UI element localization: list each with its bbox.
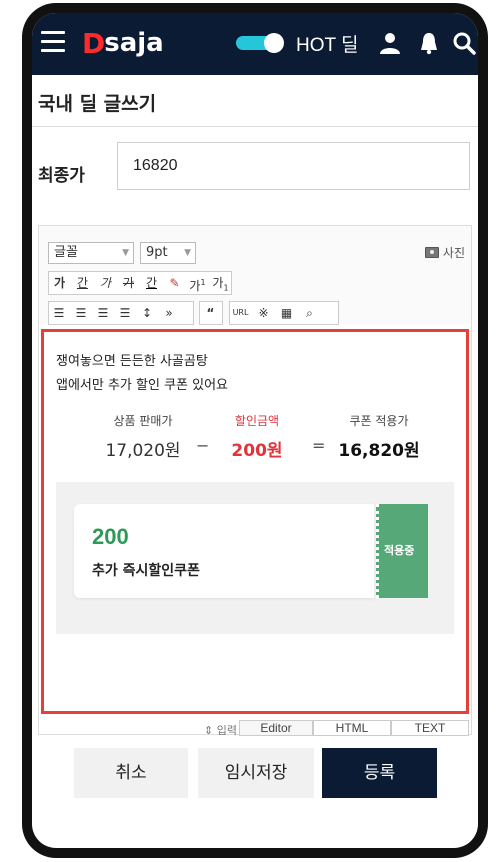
highlight-button[interactable]: ✎: [164, 272, 185, 294]
cancel-button[interactable]: 취소: [74, 748, 188, 798]
rich-text-editor: 글꼴 ▼ 9pt ▼ 사진 가 간 가 가 간 ✎ 가1 가1 ☰ ☰ ☰ ☰ …: [38, 225, 472, 738]
align-center-icon[interactable]: ☰: [71, 302, 91, 324]
logo-d: D: [82, 26, 105, 60]
coupon-name: 추가 즉시할인쿠폰: [92, 563, 200, 579]
save-draft-button[interactable]: 임시저장: [198, 748, 314, 798]
editor-content[interactable]: 쟁여놓으면 든든한 사골곰탕 앱에서만 추가 할인 쿠폰 있어요 상품 판매가 …: [41, 329, 469, 714]
discount-label: 할인금액: [234, 414, 280, 428]
price-label: 최종가: [38, 166, 85, 186]
content-line-2: 앱에서만 추가 할인 쿠폰 있어요: [56, 378, 229, 393]
insert-row: URL ※ ▦ ⌕: [229, 301, 339, 325]
align-row: ☰ ☰ ☰ ☰ ↕ »: [48, 301, 194, 325]
align-left-icon[interactable]: ☰: [49, 302, 69, 324]
strike-button[interactable]: 가: [118, 272, 139, 294]
content-line-1: 쟁여놓으면 든든한 사골곰탕: [56, 354, 208, 369]
chevron-down-icon: ▼: [122, 248, 129, 258]
discount-value: 200원: [231, 441, 283, 461]
font-select[interactable]: 글꼴 ▼: [48, 242, 134, 264]
submit-button[interactable]: 등록: [322, 748, 437, 798]
coupon-amount: 200: [92, 524, 129, 549]
font-select-value: 글꼴: [54, 245, 78, 260]
coupon-status-label: 적용중: [384, 544, 415, 557]
text-color-button[interactable]: 간: [141, 272, 162, 294]
underline-button[interactable]: 간: [72, 272, 93, 294]
tab-editor[interactable]: Editor: [239, 720, 313, 736]
subscript-button[interactable]: 가1: [210, 272, 231, 294]
coupon-card: 200 추가 즉시할인쿠폰: [74, 504, 374, 598]
editor-toolbar: 글꼴 ▼ 9pt ▼ 사진 가 간 가 가 간 ✎ 가1 가1 ☰ ☰ ☰ ☰ …: [39, 226, 471, 325]
bell-icon[interactable]: [417, 31, 441, 55]
align-right-icon[interactable]: ☰: [93, 302, 113, 324]
sale-price-value: 17,020원: [105, 441, 181, 461]
italic-button[interactable]: 가: [95, 272, 116, 294]
quote-icon[interactable]: “: [200, 302, 221, 324]
menu-icon[interactable]: [41, 31, 65, 53]
format-row: 가 간 가 가 간 ✎ 가1 가1: [48, 271, 232, 295]
chevron-down-icon: ▼: [184, 248, 191, 258]
phone-frame: D saja HOT 딜 국내 딜 글쓰기 최종가 16820 글꼴 ▼ 9pt…: [22, 3, 488, 858]
toggle-knob: [264, 33, 284, 53]
coupon-status-tag: 적용중: [376, 504, 428, 598]
search-icon[interactable]: [452, 31, 476, 55]
equals-sign: =: [312, 436, 326, 455]
coupon-price-value: 16,820원: [338, 441, 420, 461]
more-icon[interactable]: »: [159, 302, 179, 324]
superscript-label: 가: [189, 279, 201, 293]
photo-button[interactable]: 사진: [424, 244, 465, 261]
url-label: URL: [232, 308, 249, 317]
align-justify-icon[interactable]: ☰: [115, 302, 135, 324]
resize-hint[interactable]: ⇕ 입력: [204, 722, 237, 738]
sale-price-label: 상품 판매가: [113, 414, 173, 428]
photo-icon: [424, 247, 439, 258]
logo[interactable]: D saja: [82, 26, 164, 60]
hot-deal-link[interactable]: HOT 딜: [296, 30, 359, 57]
page-header: 국내 딜 글쓰기: [32, 75, 478, 127]
superscript-button[interactable]: 가1: [187, 272, 208, 294]
editor-tabs: ⇕ 입력 Editor HTML TEXT: [39, 720, 471, 738]
coupon-price-label: 쿠폰 적용가: [349, 414, 409, 428]
price-input[interactable]: 16820: [117, 142, 470, 190]
line-height-icon[interactable]: ↕: [137, 302, 157, 324]
size-select-value: 9pt: [146, 245, 168, 260]
photo-label: 사진: [442, 246, 465, 260]
tab-text[interactable]: TEXT: [391, 720, 469, 736]
coupon-banner: 200 추가 즉시할인쿠폰 적용중: [56, 482, 454, 634]
table-icon[interactable]: ▦: [276, 302, 297, 324]
theme-toggle[interactable]: [236, 33, 284, 53]
special-char-icon[interactable]: ※: [253, 302, 274, 324]
top-nav: D saja HOT 딜: [32, 13, 478, 75]
logo-text: saja: [104, 28, 164, 58]
subscript-label: 가: [212, 276, 224, 290]
page-title: 국내 딜 글쓰기: [38, 93, 157, 115]
bold-button[interactable]: 가: [49, 272, 70, 294]
screen: D saja HOT 딜 국내 딜 글쓰기 최종가 16820 글꼴 ▼ 9pt…: [32, 13, 478, 848]
url-button[interactable]: URL: [230, 302, 251, 324]
price-value: 16820: [133, 157, 178, 174]
find-icon[interactable]: ⌕: [299, 302, 320, 324]
tab-html[interactable]: HTML: [313, 720, 391, 736]
user-icon[interactable]: [378, 31, 402, 55]
size-select[interactable]: 9pt ▼: [140, 242, 196, 264]
minus-sign: −: [196, 436, 210, 455]
quote-group: “: [199, 301, 223, 325]
